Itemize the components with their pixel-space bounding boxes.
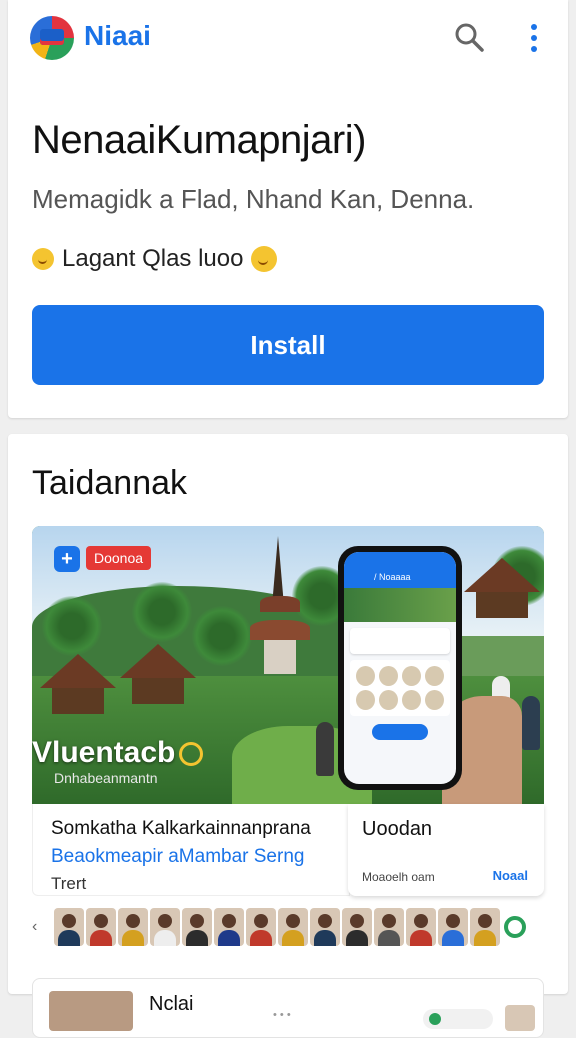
feature-banner[interactable]: + Doonoa Vluentacb Dnhabeanmantn / Noaaa… (32, 526, 544, 804)
feature-tag: Doonoa (86, 546, 152, 570)
brand-name[interactable]: Niaai (84, 20, 151, 52)
rating-badge-icon (32, 248, 54, 270)
side-card-title: Uoodan (362, 818, 433, 840)
smiley-icon (251, 246, 278, 272)
thumbnail[interactable] (470, 908, 500, 946)
thumbnail[interactable] (214, 908, 244, 946)
rating-row: Lagant Qlas luoo (32, 242, 278, 276)
pagoda (250, 536, 310, 676)
status-pill (423, 1009, 493, 1029)
palm-tree (132, 582, 192, 642)
rating-text: Lagant Qlas luoo (62, 245, 244, 272)
item-thumbnail (49, 991, 133, 1031)
thumbnail[interactable] (278, 908, 308, 946)
thumbnail[interactable] (438, 908, 468, 946)
search-icon[interactable] (454, 22, 484, 52)
thumbnail[interactable] (54, 908, 84, 946)
thumbnail[interactable] (182, 908, 212, 946)
phone-mockup: / Noaaaa (338, 546, 462, 790)
hut-roof (40, 654, 116, 688)
phone-grid (350, 660, 450, 716)
info-line-1: Somkatha Kalkarkainnanprana (51, 818, 311, 839)
person (522, 696, 540, 750)
phone-header: / Noaaaa (344, 552, 456, 588)
brand-logo-icon[interactable] (30, 16, 74, 60)
palm-tree (42, 596, 102, 656)
next-item-card[interactable]: Nclai • • • (32, 978, 544, 1038)
side-card[interactable]: Uoodan Moaoelh oam Noaal (348, 804, 544, 896)
thumbnail[interactable] (246, 908, 276, 946)
hut-roof (120, 644, 196, 678)
hut-roof (464, 558, 540, 592)
thumbnail[interactable] (150, 908, 180, 946)
tag-icon: + (54, 546, 80, 572)
install-button[interactable]: Install (32, 305, 544, 385)
thumbnail[interactable] (374, 908, 404, 946)
side-card-meta: Moaoelh oam (362, 870, 435, 884)
app-subtitle: Memagidk a Flad, Nhand Kan, Denna. (32, 184, 475, 214)
item-title: Nclai (149, 993, 194, 1015)
thumbnail[interactable] (406, 908, 436, 946)
phone-image (344, 588, 456, 622)
feature-headline: Vluentacb (32, 736, 204, 770)
dots-icon: • • • (273, 1009, 291, 1021)
chevron-left-icon[interactable]: ‹ (32, 918, 37, 936)
thumbnail[interactable] (86, 908, 116, 946)
top-app-bar: Niaai (8, 0, 568, 78)
phone-button (372, 724, 428, 740)
feature-caption: Dnhabeanmantn (54, 770, 158, 786)
person (316, 722, 334, 776)
phone-card (350, 628, 450, 654)
more-vert-icon[interactable] (526, 22, 542, 54)
feature-headline-text: Vluentacb (32, 736, 176, 769)
details-card: Taidannak + Doonoa Vluentacb Dnhabeanman… (8, 434, 568, 994)
side-card-action[interactable]: Noaal (493, 868, 528, 883)
app-header-card: Niaai NenaaiKumapnjari) Memagidk a Flad,… (8, 0, 568, 418)
hut-body (476, 592, 528, 618)
app-title: NenaaiKumapnjari) (32, 118, 366, 162)
section-title: Taidannak (32, 464, 188, 502)
hut-body (52, 688, 104, 714)
info-line-3: Trert (51, 874, 87, 893)
more-circle-icon[interactable] (504, 916, 526, 938)
avatar (505, 1005, 535, 1031)
palm-tree (192, 606, 252, 666)
info-link[interactable]: Beaokmeapir aMambar Serng (51, 846, 349, 868)
thumbnail[interactable] (118, 908, 148, 946)
hut-body (132, 678, 184, 704)
thumbnail[interactable] (310, 908, 340, 946)
ring-icon (179, 742, 204, 767)
info-panel: Somkatha Kalkarkainnanprana Beaokmeapir … (32, 804, 350, 896)
thumbnail-strip: ‹ (32, 908, 544, 948)
thumbnail[interactable] (342, 908, 372, 946)
phone-screen: / Noaaaa (344, 552, 456, 784)
